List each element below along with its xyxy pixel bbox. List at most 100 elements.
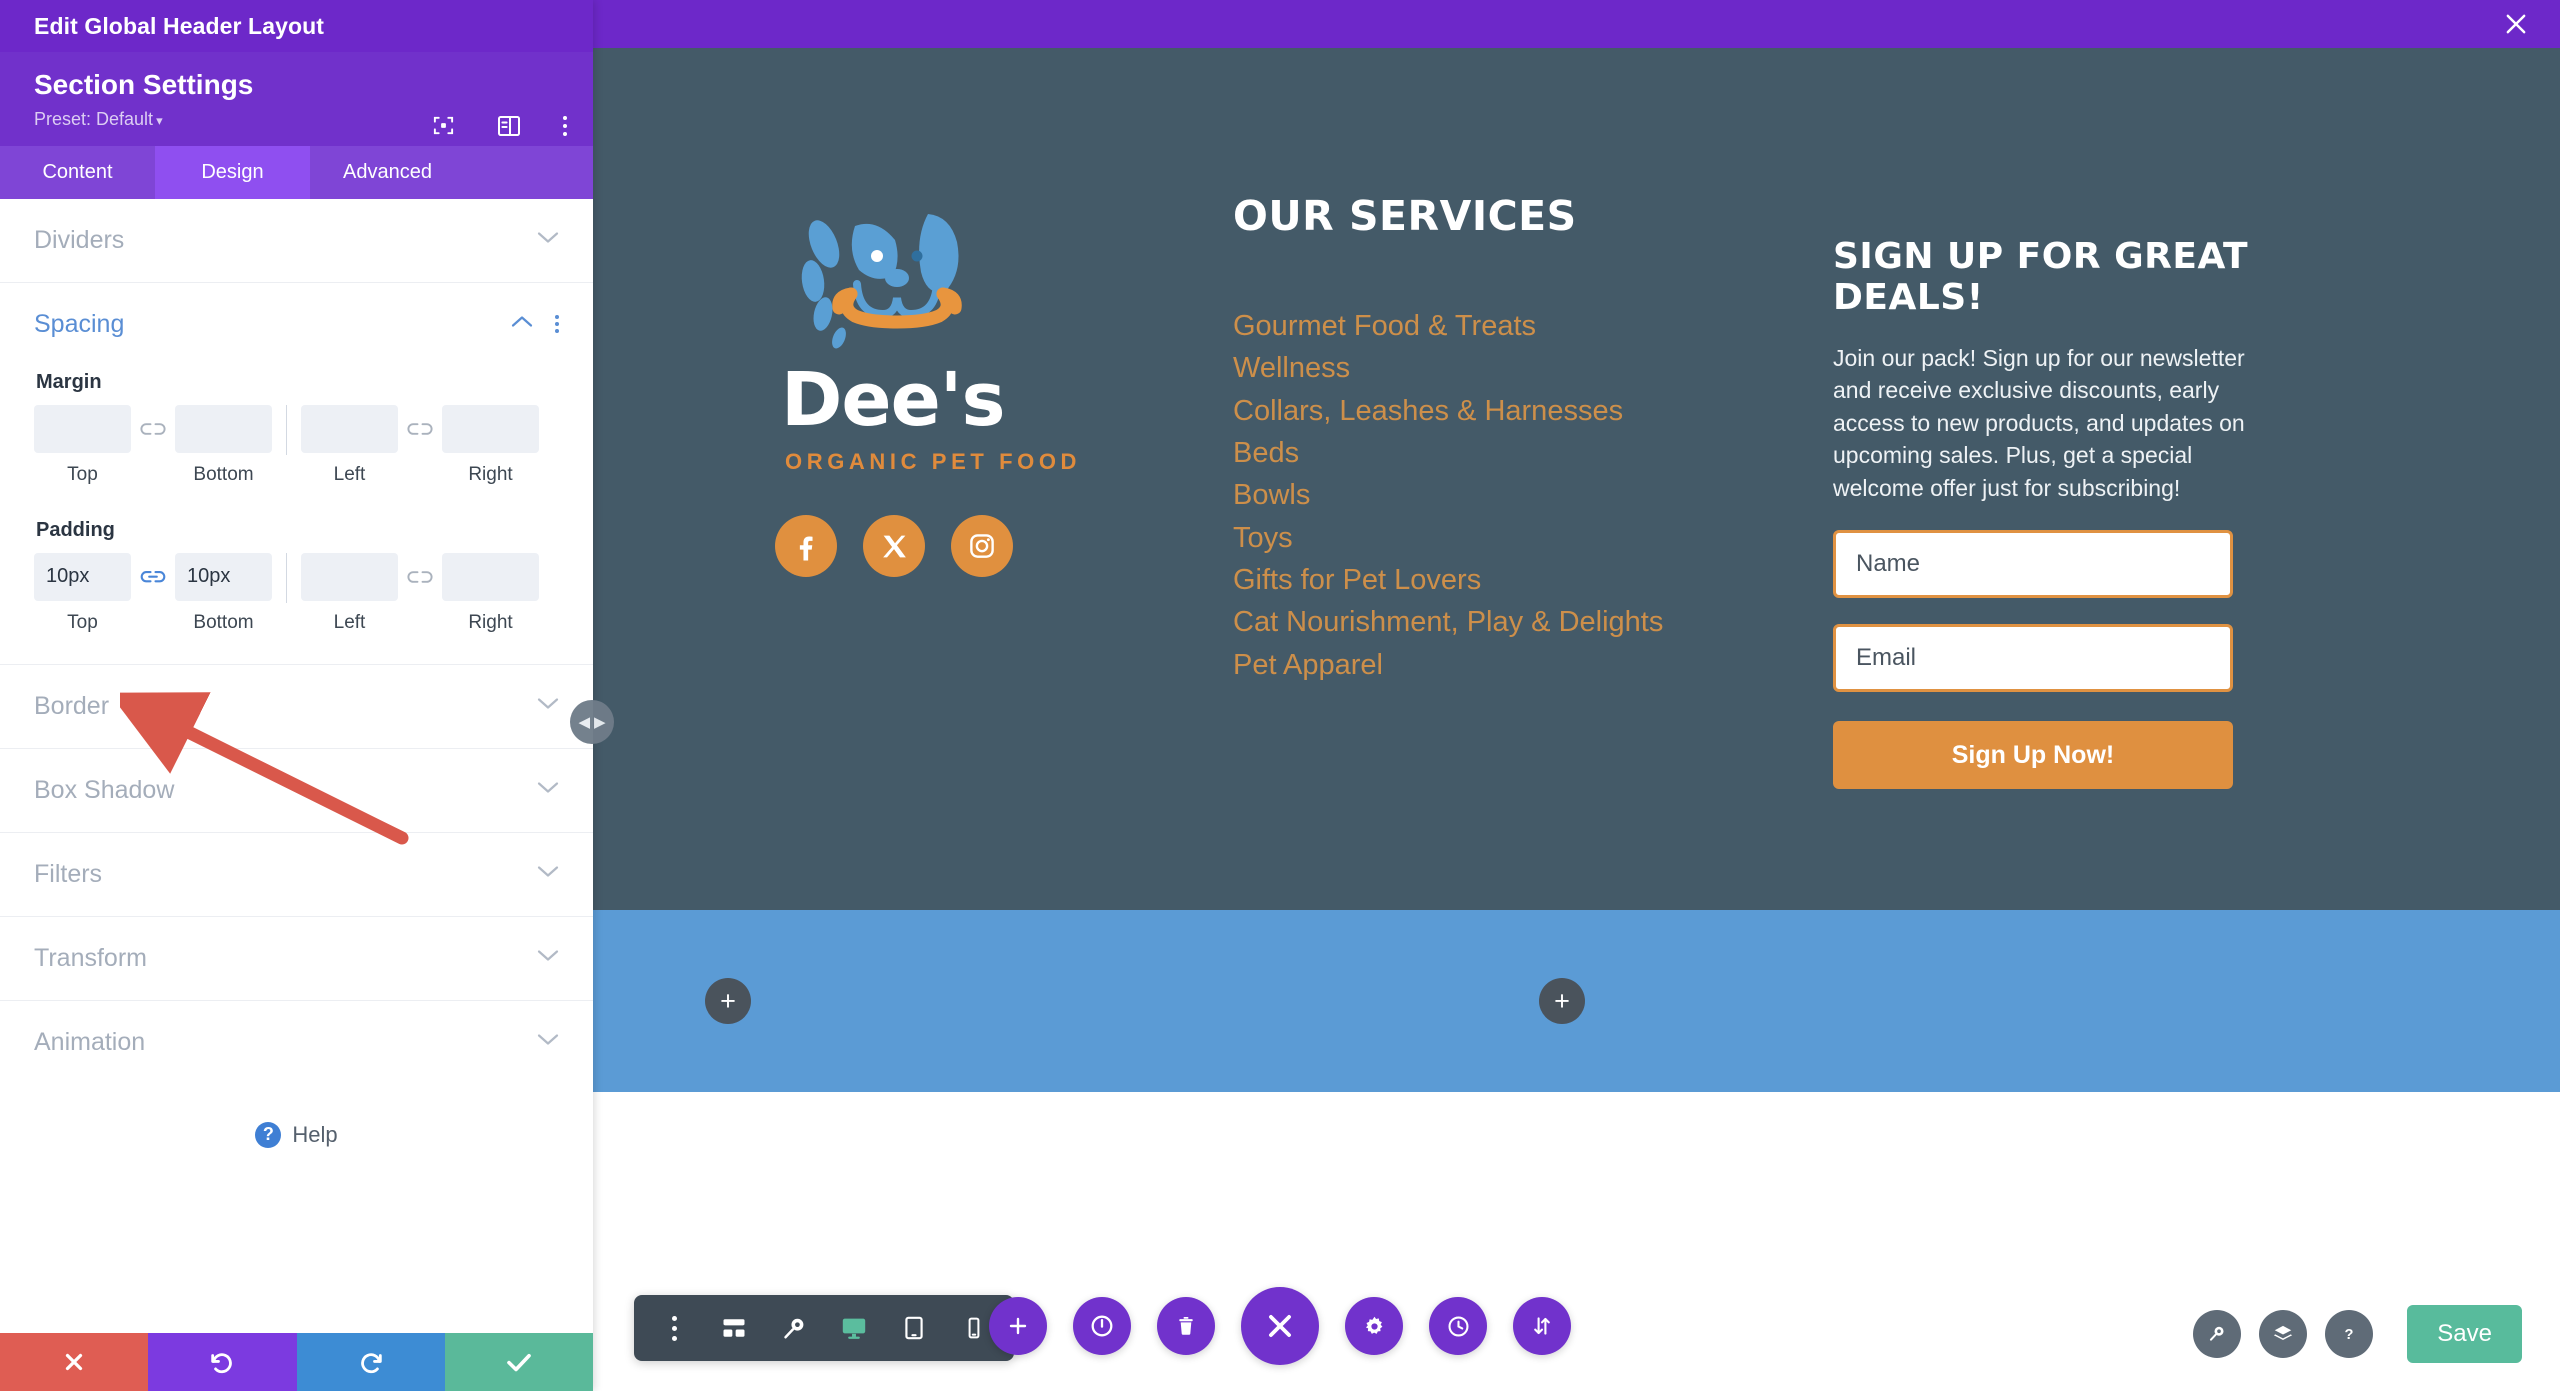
padding-top-input[interactable] <box>34 552 131 601</box>
chevron-down-icon <box>537 949 559 967</box>
padding-bottom-caption: Bottom <box>193 611 254 633</box>
x-twitter-icon[interactable] <box>863 515 925 577</box>
margin-divider <box>286 404 287 455</box>
spacing-controls: Margin Top Bottom Left Right Padding 10p… <box>0 349 593 664</box>
save-changes-button[interactable] <box>444 1333 593 1391</box>
list-item[interactable]: Cat Nourishment, Play & Delights <box>1233 601 1833 643</box>
padding-link-lr-unlinked-icon[interactable] <box>398 553 442 601</box>
website-preview: Dee's ORGANIC PET FOOD OUR SERVICES Gour… <box>593 48 2560 1391</box>
close-icon[interactable] <box>2502 10 2530 41</box>
close-icon[interactable] <box>1241 1287 1319 1365</box>
list-item[interactable]: Gifts for Pet Lovers <box>1233 559 1833 601</box>
accordion-box-shadow[interactable]: Box Shadow <box>0 748 593 833</box>
services-heading: Our Services <box>1233 192 1577 240</box>
accordion-box-shadow-label: Box Shadow <box>34 775 175 804</box>
margin-left-input[interactable] <box>301 404 398 453</box>
panel-heading: Section Settings <box>34 69 254 100</box>
margin-top-input[interactable] <box>34 404 131 453</box>
builder-right-toolbar: ? Save <box>2193 1305 2522 1363</box>
margin-left-caption: Left <box>333 463 366 485</box>
margin-right-input[interactable] <box>442 404 539 453</box>
layers-icon[interactable] <box>2259 1310 2308 1358</box>
margin-label: Margin <box>36 370 102 393</box>
list-item[interactable]: Bowls <box>1233 474 1833 516</box>
history-clock-icon[interactable] <box>1429 1297 1487 1355</box>
help-link[interactable]: ? Help <box>0 1084 593 1148</box>
device-preview-toolbar <box>634 1295 1014 1361</box>
margin-link-lr-unlinked-icon[interactable] <box>398 405 442 453</box>
sort-arrows-icon[interactable] <box>1513 1297 1571 1355</box>
empty-row-section[interactable]: + + <box>593 910 2560 1092</box>
kebab-menu-icon[interactable] <box>563 115 567 136</box>
panel-header-actions <box>432 114 567 137</box>
signup-submit-button[interactable]: Sign Up Now! <box>1833 721 2233 790</box>
footer-services-column: Our Services Gourmet Food & Treats Welln… <box>1233 108 1833 910</box>
list-item[interactable]: Toys <box>1233 517 1833 559</box>
layout-panel-icon[interactable] <box>497 115 521 137</box>
screen-root: Edit Global Header Layout Section Settin… <box>0 0 2560 1391</box>
accordion-animation[interactable]: Animation <box>0 1000 593 1084</box>
margin-right-caption: Right <box>468 463 513 485</box>
tab-design[interactable]: Design <box>155 145 310 199</box>
power-icon[interactable] <box>1073 1297 1131 1355</box>
padding-label: Padding <box>36 518 115 541</box>
desktop-icon[interactable] <box>824 1295 884 1361</box>
chevron-down-icon <box>537 697 559 715</box>
accordion-spacing-label: Spacing <box>34 309 125 338</box>
accordion-dividers-label: Dividers <box>34 225 125 254</box>
add-row-left-button[interactable]: + <box>705 978 751 1024</box>
accordion-dividers[interactable]: Dividers <box>0 198 593 283</box>
brand-tagline: ORGANIC PET FOOD <box>785 449 1082 474</box>
accordion-transform[interactable]: Transform <box>0 916 593 1001</box>
search-zoom-icon[interactable] <box>2193 1310 2242 1358</box>
focus-target-icon[interactable] <box>432 114 455 137</box>
list-item[interactable]: Gourmet Food & Treats <box>1233 305 1833 347</box>
facebook-icon[interactable] <box>775 515 837 577</box>
list-item[interactable]: Collars, Leashes & Harnesses <box>1233 390 1833 432</box>
cancel-button[interactable] <box>0 1333 149 1391</box>
redo-button[interactable] <box>296 1333 445 1391</box>
padding-right-input[interactable] <box>442 552 539 601</box>
padding-bottom-input[interactable] <box>175 552 272 601</box>
signup-name-input[interactable] <box>1833 530 2233 599</box>
instagram-icon[interactable] <box>951 515 1013 577</box>
signup-email-input[interactable] <box>1833 624 2233 693</box>
padding-right-caption: Right <box>468 611 513 633</box>
tablet-icon[interactable] <box>884 1295 944 1361</box>
spacing-kebab-menu-icon[interactable] <box>555 315 559 334</box>
kebab-menu-icon[interactable] <box>644 1295 704 1361</box>
accordion-border[interactable]: Border <box>0 663 593 749</box>
padding-divider <box>286 552 287 603</box>
chevron-down-icon <box>537 781 559 799</box>
tab-content[interactable]: Content <box>0 146 155 199</box>
undo-button[interactable] <box>148 1333 297 1391</box>
panel-resize-handle[interactable]: ◀ ▶ <box>570 700 614 744</box>
help-question-icon[interactable]: ? <box>2325 1310 2374 1358</box>
gear-icon[interactable] <box>1345 1297 1403 1355</box>
chevron-up-icon[interactable] <box>511 315 533 333</box>
add-row-right-button[interactable]: + <box>1539 978 1585 1024</box>
arrow-left-icon: ◀ <box>578 713 590 731</box>
help-label: Help <box>292 1121 338 1147</box>
zoom-icon[interactable] <box>764 1295 824 1361</box>
list-item[interactable]: Pet Apparel <box>1233 644 1833 686</box>
wireframe-icon[interactable] <box>704 1295 764 1361</box>
list-item[interactable]: Wellness <box>1233 347 1833 389</box>
list-item[interactable]: Beds <box>1233 432 1833 474</box>
plus-icon[interactable] <box>989 1297 1047 1355</box>
settings-scroll-area[interactable]: Dividers Spacing Margin Top Bottom Left … <box>0 198 593 1333</box>
padding-left-input[interactable] <box>301 552 398 601</box>
tab-advanced[interactable]: Advanced <box>310 146 465 199</box>
accordion-spacing[interactable]: Spacing <box>0 282 593 349</box>
save-button[interactable]: Save <box>2407 1305 2522 1363</box>
arrow-right-icon: ▶ <box>594 713 606 731</box>
accordion-filters[interactable]: Filters <box>0 832 593 917</box>
builder-main-toolbar <box>989 1287 1571 1365</box>
padding-link-linked-icon[interactable] <box>131 553 175 601</box>
margin-bottom-input[interactable] <box>175 404 272 453</box>
footer-section: Dee's ORGANIC PET FOOD OUR SERVICES Gour… <box>593 48 2560 910</box>
accordion-animation-label: Animation <box>34 1027 146 1056</box>
trash-icon[interactable] <box>1157 1297 1215 1355</box>
margin-link-unlinked-icon[interactable] <box>131 405 175 453</box>
window-title: Edit Global Header Layout <box>34 12 325 39</box>
